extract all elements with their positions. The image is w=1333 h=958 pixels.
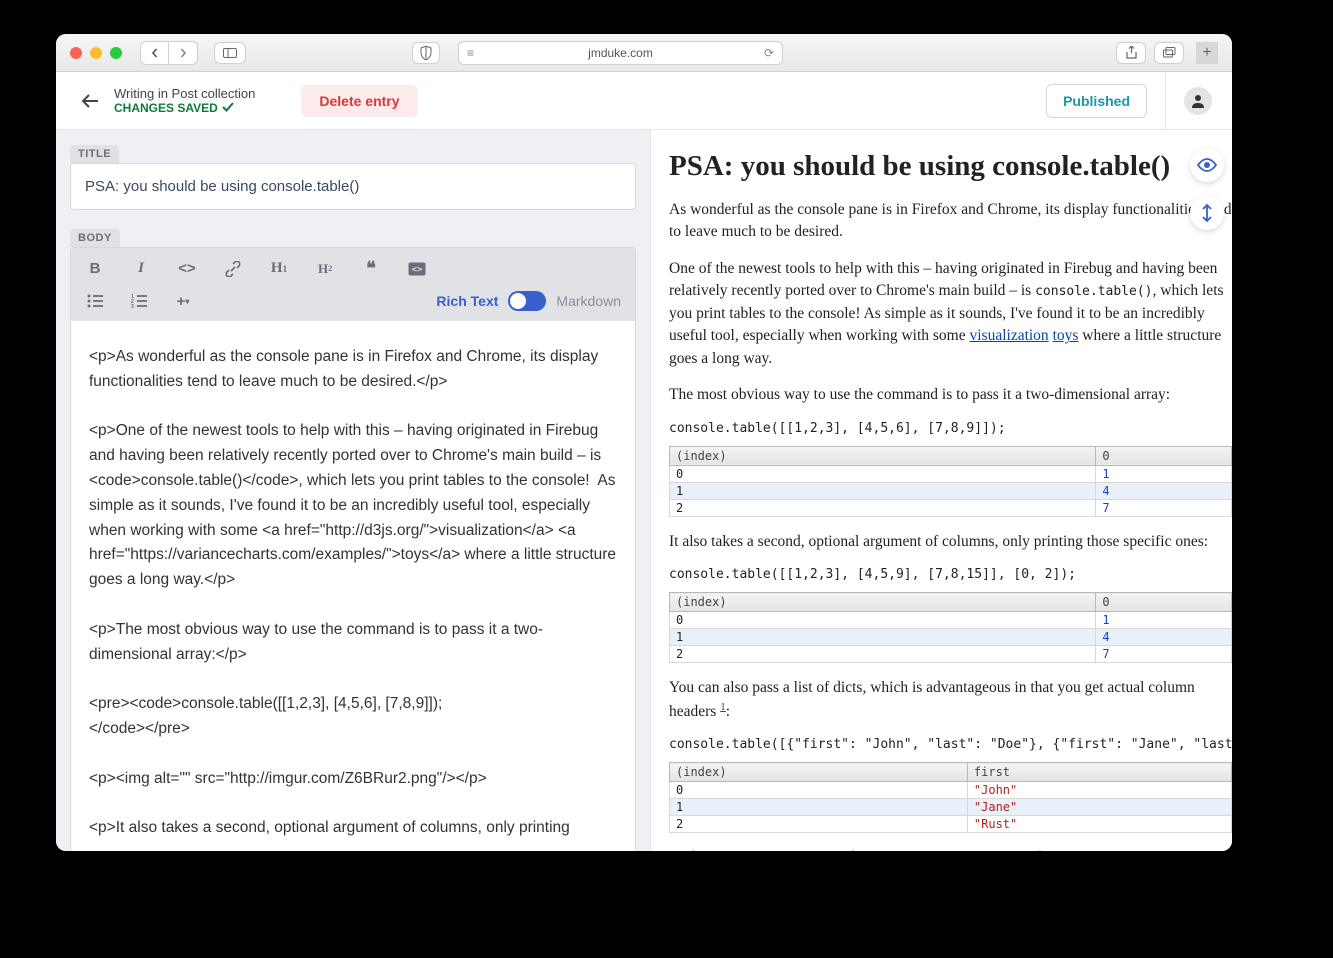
markdown-label[interactable]: Markdown — [556, 293, 621, 309]
nav-buttons — [140, 41, 198, 65]
preview-toggle-icon[interactable] — [1190, 148, 1224, 182]
body-field-label: BODY — [70, 229, 120, 247]
cms-app: Writing in Post collection CHANGES SAVED… — [56, 72, 1232, 851]
sidebar-toggle-icon[interactable] — [214, 42, 246, 64]
preview-paragraph: You can also pass a list of dicts, which… — [669, 677, 1232, 723]
preview-paragraph: It also takes a second, optional argumen… — [669, 531, 1232, 553]
preview-code-block: console.table([{"first": "John", "last":… — [669, 737, 1232, 752]
numbered-list-icon[interactable]: 123 — [129, 293, 149, 310]
url-text: jmduke.com — [487, 46, 754, 60]
bullet-list-icon[interactable] — [85, 293, 105, 310]
preview-link[interactable]: visualization — [969, 327, 1048, 344]
published-button[interactable]: Published — [1046, 84, 1147, 118]
preview-pane: PSA: you should be using console.table()… — [651, 130, 1232, 851]
h1-icon[interactable]: H1 — [269, 260, 289, 277]
main-split: TITLE BODY B I <> H1 — [56, 130, 1232, 851]
codeblock-icon[interactable]: <> — [407, 262, 427, 276]
italic-icon[interactable]: I — [131, 260, 151, 277]
editor-toolbar: B I <> H1 H2 ❝ <> — [71, 248, 635, 321]
title-input-wrap — [70, 163, 636, 210]
preview-code-block: console.table([[1,2,3], [4,5,9], [7,8,15… — [669, 567, 1232, 582]
title-input[interactable] — [71, 164, 635, 209]
mode-toggle[interactable] — [508, 291, 546, 311]
console-table: (index)0011427 — [669, 592, 1232, 663]
richtext-label[interactable]: Rich Text — [436, 293, 498, 309]
preview-paragraph: And, with actual column headers, you can… — [669, 847, 1232, 851]
minimize-window-icon[interactable] — [90, 47, 102, 59]
save-status: CHANGES SAVED — [114, 101, 255, 115]
address-bar[interactable]: ≡ jmduke.com ⟳ — [458, 41, 783, 65]
privacy-shield-icon[interactable] — [412, 42, 440, 64]
divider — [1165, 72, 1166, 130]
forward-nav-icon[interactable] — [169, 42, 197, 64]
browser-titlebar: ≡ jmduke.com ⟳ + — [56, 34, 1232, 72]
back-nav-icon[interactable] — [141, 42, 169, 64]
title-field-label: TITLE — [70, 145, 119, 163]
share-icon[interactable] — [1116, 42, 1146, 64]
maximize-window-icon[interactable] — [110, 47, 122, 59]
reload-icon[interactable]: ⟳ — [754, 46, 774, 60]
avatar[interactable] — [1184, 87, 1212, 115]
h2-icon[interactable]: H2 — [315, 261, 335, 277]
editor-mode-toggle: Rich Text Markdown — [436, 291, 621, 311]
add-more-icon[interactable]: +▾ — [173, 293, 193, 310]
browser-window: ≡ jmduke.com ⟳ + Writing in Post collect… — [56, 34, 1232, 851]
body-field: B I <> H1 H2 ❝ <> — [70, 247, 636, 851]
close-window-icon[interactable] — [70, 47, 82, 59]
scroll-sync-icon[interactable] — [1190, 196, 1224, 230]
editor-pane: TITLE BODY B I <> H1 — [56, 130, 651, 851]
svg-text:<>: <> — [412, 265, 423, 275]
new-tab-icon[interactable]: + — [1196, 42, 1218, 64]
bold-icon[interactable]: B — [85, 260, 105, 277]
reader-icon[interactable]: ≡ — [467, 46, 487, 60]
collection-label: Writing in Post collection — [114, 86, 255, 101]
preview-paragraph: One of the newest tools to help with thi… — [669, 258, 1232, 370]
console-table: (index)0011427 — [669, 446, 1232, 517]
body-textarea[interactable]: <p>As wonderful as the console pane is i… — [71, 321, 635, 851]
preview-title: PSA: you should be using console.table() — [669, 150, 1232, 183]
code-icon[interactable]: <> — [177, 260, 197, 277]
preview-paragraph: As wonderful as the console pane is in F… — [669, 199, 1232, 244]
window-controls — [70, 47, 122, 59]
back-button[interactable] — [76, 87, 104, 115]
app-header: Writing in Post collection CHANGES SAVED… — [56, 72, 1232, 130]
checkmark-icon — [222, 101, 234, 115]
preview-paragraph: The most obvious way to use the command … — [669, 384, 1232, 406]
tabs-icon[interactable] — [1154, 42, 1184, 64]
console-table: (index)first0"John"1"Jane"2"Rust" — [669, 762, 1232, 833]
preview-link[interactable]: toys — [1053, 327, 1079, 344]
preview-code-block: console.table([[1,2,3], [4,5,6], [7,8,9]… — [669, 421, 1232, 436]
link-icon[interactable] — [223, 261, 243, 277]
svg-text:3: 3 — [131, 304, 134, 308]
quote-icon[interactable]: ❝ — [361, 258, 381, 279]
delete-entry-button[interactable]: Delete entry — [301, 85, 417, 117]
